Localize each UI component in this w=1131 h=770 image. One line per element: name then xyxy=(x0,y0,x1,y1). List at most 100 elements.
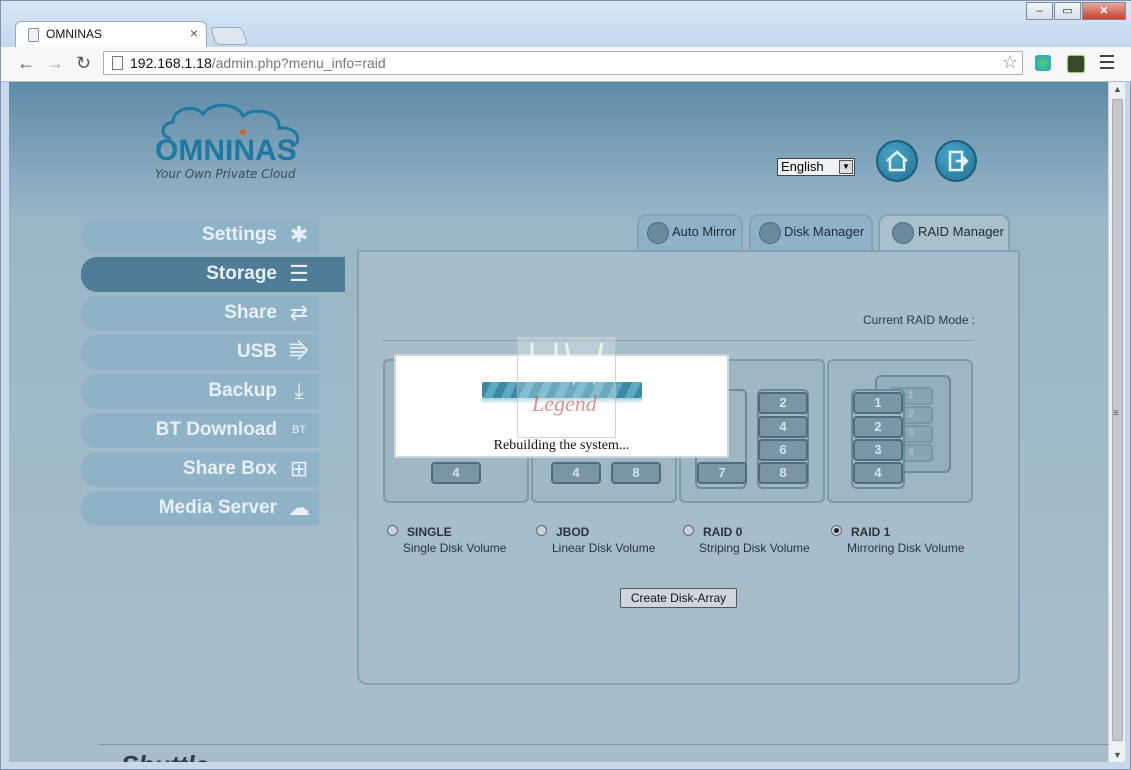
create-disk-array-button[interactable]: Create Disk-Array xyxy=(620,588,737,608)
radio-single[interactable] xyxy=(387,525,398,536)
rebuilding-message: Rebuilding the system... xyxy=(493,438,630,453)
footer-divider xyxy=(99,744,1108,745)
logo-tagline: Your Own Private Cloud xyxy=(155,167,296,181)
disk-icon xyxy=(759,222,781,244)
browser-tab[interactable]: OMNINAS × xyxy=(15,21,207,47)
disk-slot: 3 xyxy=(853,439,903,461)
divider xyxy=(381,340,973,341)
disk-slot: 4 xyxy=(431,462,481,484)
new-tab-button[interactable] xyxy=(209,27,249,45)
minimize-button[interactable]: – xyxy=(1026,2,1053,20)
reload-icon[interactable]: ↻ xyxy=(76,53,91,74)
tab-disk-manager[interactable]: Disk Manager xyxy=(749,214,873,250)
back-arrow-icon[interactable]: ← xyxy=(17,53,35,74)
menu-icon[interactable] xyxy=(1100,55,1114,73)
language-select[interactable]: English ▼ xyxy=(777,158,855,176)
forward-arrow-icon[interactable]: → xyxy=(46,53,64,74)
gear-icon: ✱ xyxy=(289,222,309,247)
share-box-icon: ⊞ xyxy=(289,456,309,481)
option-name-jbod: JBOD xyxy=(556,525,590,539)
sidebar-item-media-server[interactable]: Media Server ☁ xyxy=(81,491,319,526)
tab-title: OMNINAS xyxy=(46,27,103,41)
sidebar-item-label: Settings xyxy=(202,224,277,245)
disk-slot: 8 xyxy=(758,462,808,484)
disk-icon xyxy=(892,222,914,244)
disk-slot: 8 xyxy=(611,462,661,484)
tab-strip: OMNINAS × – ▭ ✕ xyxy=(1,1,1131,47)
sidebar-item-share[interactable]: Share ⇄ xyxy=(81,296,319,331)
tab-raid-manager[interactable]: RAID Manager xyxy=(878,214,1010,252)
scroll-up-icon[interactable]: ▲ xyxy=(1113,84,1122,94)
disk-slot: 2 xyxy=(758,392,808,414)
vertical-scrollbar[interactable]: ▲ ≡ ▼ xyxy=(1108,82,1125,762)
option-desc-raid1: Mirroring Disk Volume xyxy=(847,541,965,555)
disk-slot: 6 xyxy=(758,439,808,461)
sidebar-item-storage[interactable]: Storage ☰ xyxy=(81,257,345,292)
sidebar-item-usb[interactable]: USB ⭆ xyxy=(81,335,319,370)
bt-download-icon: BT xyxy=(291,424,307,436)
close-window-button[interactable]: ✕ xyxy=(1082,2,1126,20)
disk-slot: 4 xyxy=(551,462,601,484)
usb-icon: ⭆ xyxy=(289,339,309,364)
disk-slot: 2 xyxy=(853,416,903,438)
media-server-icon: ☁ xyxy=(288,495,310,520)
watermark-text: Legend xyxy=(532,391,597,416)
backup-icon: ⤓ xyxy=(294,378,304,403)
option-name-raid1: RAID 1 xyxy=(851,525,891,539)
sidebar-item-label: Backup xyxy=(208,380,277,401)
radio-raid0[interactable] xyxy=(683,525,694,536)
browser-toolbar: ← → ↻ 192.168.1.18/admin.php?menu_info=r… xyxy=(1,47,1131,82)
page-icon xyxy=(112,56,123,70)
bookmark-star-icon[interactable]: ☆ xyxy=(1002,52,1018,73)
sidebar-item-settings[interactable]: Settings ✱ xyxy=(81,218,319,253)
storage-icon: ☰ xyxy=(289,261,309,286)
sidebar-item-label: Media Server xyxy=(158,497,277,518)
sidebar-item-label: Share Box xyxy=(183,458,277,479)
skype-extension-icon[interactable] xyxy=(1035,55,1051,71)
tab-label: Auto Mirror xyxy=(672,224,737,239)
language-value: English xyxy=(781,159,824,174)
extension-check-icon[interactable] xyxy=(1067,55,1085,73)
disk-slot: 4 xyxy=(853,462,903,484)
logo-text: OMNINAS xyxy=(155,134,297,167)
option-name-raid0: RAID 0 xyxy=(703,525,743,539)
page-viewport: OMNINAS Your Own Private Cloud English ▼… xyxy=(9,82,1108,762)
option-name-single: SINGLE xyxy=(407,525,452,539)
sidebar-item-backup[interactable]: Backup ⤓ xyxy=(81,374,319,409)
scroll-down-icon[interactable]: ▼ xyxy=(1113,750,1122,760)
scroll-grip-icon: ≡ xyxy=(1113,408,1119,419)
radio-raid1[interactable] xyxy=(831,525,842,536)
tab-close-icon[interactable]: × xyxy=(190,25,198,41)
url-host: 192.168.1.18 xyxy=(130,55,212,71)
sidebar-item-label: USB xyxy=(236,341,277,362)
omninas-logo: OMNINAS Your Own Private Cloud xyxy=(155,103,300,181)
logout-button[interactable] xyxy=(935,140,977,182)
page-icon xyxy=(28,28,39,42)
logout-icon xyxy=(948,150,969,172)
radio-jbod[interactable] xyxy=(536,525,547,536)
url-path: /admin.php?menu_info=raid xyxy=(211,55,386,71)
option-desc-jbod: Linear Disk Volume xyxy=(552,541,656,555)
sidebar-item-label: BT Download xyxy=(155,419,277,440)
disk-slot: 4 xyxy=(758,416,808,438)
home-icon xyxy=(886,150,908,172)
disk-icon xyxy=(647,222,669,244)
restore-button[interactable]: ▭ xyxy=(1054,2,1081,20)
option-desc-single: Single Disk Volume xyxy=(403,541,507,555)
sidebar-item-label: Storage xyxy=(206,263,277,284)
sidebar-item-label: Share xyxy=(224,302,277,323)
option-desc-raid0: Striping Disk Volume xyxy=(699,541,810,555)
sidebar-item-share-box[interactable]: Share Box ⊞ xyxy=(81,452,319,487)
home-button[interactable] xyxy=(876,140,918,182)
tab-label: RAID Manager xyxy=(918,224,1004,239)
tab-auto-mirror[interactable]: Auto Mirror xyxy=(637,214,743,250)
disk-slot: 1 xyxy=(853,392,903,414)
scrollbar-thumb[interactable] xyxy=(1112,99,1123,741)
raid1-diagram: 1 2 3 4 1 2 3 4 xyxy=(827,359,973,503)
address-bar[interactable]: 192.168.1.18/admin.php?menu_info=raid ☆ xyxy=(103,51,1023,75)
sidebar-item-bt-download[interactable]: BT Download BT xyxy=(81,413,319,448)
watermark-hw-icon xyxy=(530,342,604,387)
url-text: 192.168.1.18/admin.php?menu_info=raid xyxy=(130,55,386,71)
footer-brand: Shuttle xyxy=(121,750,209,762)
chevron-down-icon: ▼ xyxy=(839,160,853,174)
